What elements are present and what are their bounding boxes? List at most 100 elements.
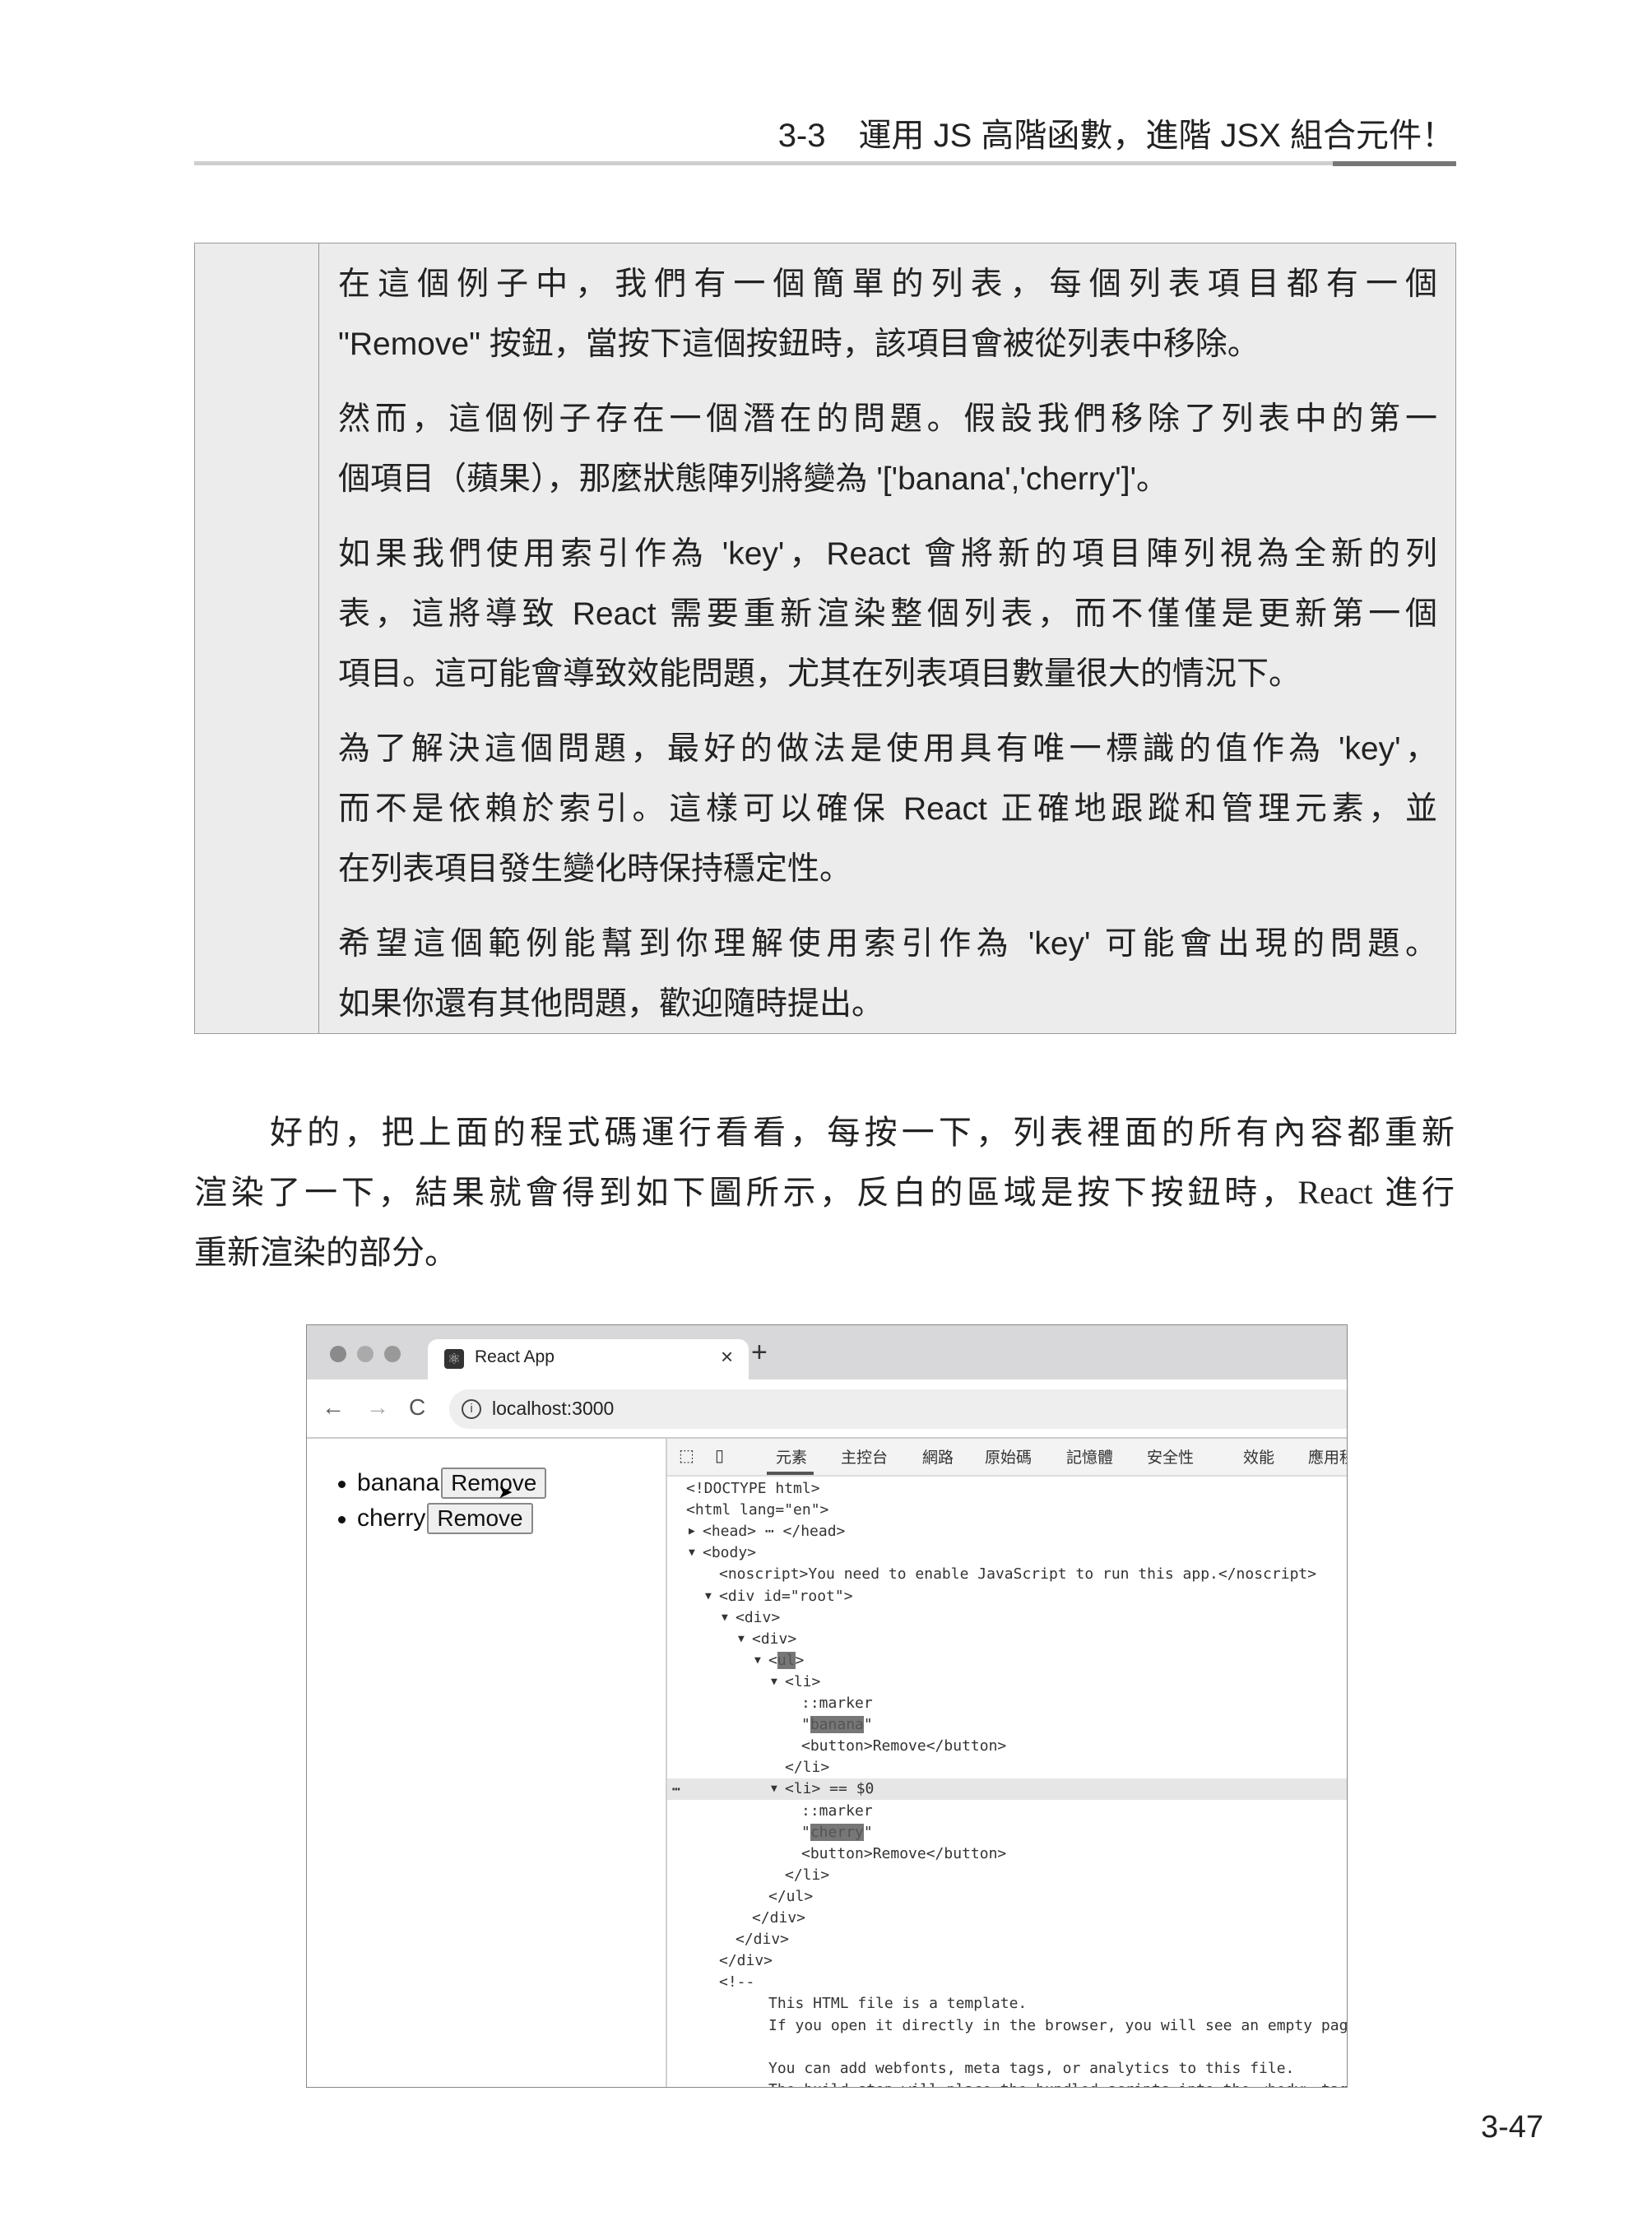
- text-line: 為了解決這個問題，最好的做法是使用具有唯一標識的值作為 'key'，: [338, 731, 1437, 767]
- list-item: banana Remove: [338, 1468, 547, 1499]
- dom-line[interactable]: <!--: [667, 1972, 1347, 1993]
- dom-line[interactable]: ⋯ ▼ <li> == $0: [667, 1778, 1347, 1801]
- browser-tab[interactable]: ⚛ React App ×: [428, 1339, 749, 1379]
- code-text: <!--: [719, 1973, 755, 1992]
- devtools-tab[interactable]: 應用程式: [1308, 1445, 1347, 1468]
- expand-triangle-icon[interactable]: ▼: [689, 1542, 695, 1564]
- dom-line[interactable]: </ul>: [667, 1886, 1347, 1908]
- dom-line-text: <div>: [752, 1629, 796, 1650]
- box-paragraph: 希望這個範例能幫到你理解使用索引作為 'key' 可能會出現的問題。 如果你還有其…: [338, 914, 1437, 1034]
- bullet-icon: [338, 1515, 346, 1523]
- dom-line[interactable]: The build step will place the bundled sc…: [667, 2080, 1347, 2087]
- address-bar[interactable]: i localhost:3000: [449, 1389, 1347, 1429]
- dom-line[interactable]: ▼ <li>: [667, 1672, 1347, 1693]
- dom-line-text: "banana": [801, 1714, 873, 1736]
- code-text: </div>: [736, 1931, 790, 1949]
- devtools-tab[interactable]: 安全性: [1147, 1445, 1194, 1468]
- devtools-tab[interactable]: 記憶體: [1066, 1445, 1113, 1468]
- dom-line[interactable]: </li>: [667, 1865, 1347, 1886]
- dom-line-text: <!DOCTYPE html>: [686, 1478, 820, 1500]
- devtools-tab[interactable]: 主控台: [841, 1445, 888, 1468]
- text-line: 表，這將導致 React 需要重新渲染整個列表，而不僅僅是更新第一個: [338, 596, 1437, 632]
- box-paragraph: 為了解決這個問題，最好的做法是使用具有唯一標識的值作為 'key'， 而不是依賴於…: [338, 719, 1437, 899]
- back-arrow-icon[interactable]: ←: [322, 1394, 345, 1421]
- tab-close-icon[interactable]: ×: [721, 1344, 733, 1370]
- devtools-tab[interactable]: 效能: [1243, 1445, 1274, 1468]
- dom-line-text: </li>: [785, 1865, 829, 1886]
- running-header: 3-3 運用 JS 高階函數，進階 JSX 組合元件！: [778, 109, 1455, 156]
- collapse-triangle-icon[interactable]: ▶: [689, 1521, 695, 1542]
- dom-line[interactable]: <button>Remove</button>: [667, 1843, 1347, 1865]
- code-text: <: [768, 1651, 777, 1669]
- info-icon[interactable]: i: [462, 1399, 481, 1419]
- dom-line[interactable]: <noscript>You need to enable JavaScript …: [667, 1564, 1347, 1585]
- dom-line[interactable]: ::marker: [667, 1693, 1347, 1714]
- code-text: ": [863, 1716, 873, 1734]
- dom-line[interactable]: ▶ <head> ⋯ </head>: [667, 1521, 1347, 1542]
- window-maximize-dot[interactable]: [384, 1346, 401, 1362]
- expand-triangle-icon[interactable]: ▼: [754, 1650, 761, 1672]
- dom-line[interactable]: ▼ <ul>: [667, 1650, 1347, 1672]
- code-text: <div>: [752, 1630, 797, 1648]
- expand-triangle-icon[interactable]: ▼: [722, 1607, 728, 1629]
- dom-line[interactable]: <button>Remove</button>: [667, 1736, 1347, 1757]
- text-line: 然而，這個例子存在一個潛在的問題。假設我們移除了列表中的第一: [338, 401, 1437, 437]
- remove-button[interactable]: Remove: [427, 1503, 533, 1534]
- devtools-tab[interactable]: 元素: [776, 1445, 807, 1468]
- box-paragraph: 如果我們使用索引作為 'key'，React 會將新的項目陣列視為全新的列 表，這…: [338, 524, 1437, 704]
- dom-line-text: "cherry": [801, 1822, 873, 1843]
- bullet-icon: [338, 1480, 346, 1488]
- dom-line[interactable]: You can add webfonts, meta tags, or anal…: [667, 2058, 1347, 2080]
- dom-line[interactable]: If you open it directly in the browser, …: [667, 2015, 1347, 2037]
- window-minimize-dot[interactable]: [357, 1346, 374, 1362]
- code-text: <li>: [785, 1672, 821, 1690]
- dom-line[interactable]: </li>: [667, 1757, 1347, 1778]
- section-number: 3-3: [777, 118, 826, 154]
- text-line: 重新渲染的部分。: [194, 1234, 457, 1271]
- dom-line[interactable]: "cherry": [667, 1822, 1347, 1843]
- expand-triangle-icon[interactable]: ▼: [705, 1586, 712, 1607]
- code-text: <div>: [736, 1608, 781, 1626]
- dom-line[interactable]: </div>: [667, 1908, 1347, 1929]
- dom-line-text: </div>: [719, 1950, 773, 1972]
- dom-line-text: </ul>: [768, 1886, 813, 1908]
- code-text: You can add webfonts, meta tags, or anal…: [768, 2059, 1295, 2077]
- dom-line-text: <button>Remove</button>: [801, 1843, 1006, 1865]
- code-text: ": [863, 1823, 873, 1841]
- box-paragraph: 在這個例子中，我們有一個簡單的列表，每個列表項目都有一個 "Remove" 按鈕，…: [338, 254, 1437, 374]
- code-text: <li> == $0: [785, 1780, 875, 1798]
- dom-line[interactable]: ▼ <div>: [667, 1629, 1347, 1650]
- dom-line[interactable]: ▼ <div>: [667, 1607, 1347, 1629]
- dom-line[interactable]: ▼ <div id="root">: [667, 1586, 1347, 1607]
- browser-screenshot: ⚛ React App × + ← → C i localhost:3000 b…: [306, 1324, 1348, 2088]
- window-close-dot[interactable]: [330, 1346, 346, 1362]
- dom-line[interactable]: <!DOCTYPE html>: [667, 1478, 1347, 1500]
- new-tab-icon[interactable]: +: [751, 1338, 768, 1366]
- dom-line[interactable]: ▼ <body>: [667, 1542, 1347, 1564]
- dom-line[interactable]: </div>: [667, 1929, 1347, 1950]
- devtools-tab[interactable]: 網路: [922, 1445, 954, 1468]
- dom-line[interactable]: This HTML file is a template.: [667, 1993, 1347, 2015]
- dom-line[interactable]: [667, 2037, 1347, 2058]
- more-options-icon[interactable]: ⋯: [672, 1778, 680, 1800]
- dom-line[interactable]: </div>: [667, 1950, 1347, 1972]
- dom-line[interactable]: ::marker: [667, 1801, 1347, 1822]
- expand-triangle-icon[interactable]: ▼: [738, 1629, 745, 1650]
- dom-line-text: <noscript>You need to enable JavaScript …: [719, 1564, 1316, 1585]
- remove-button[interactable]: Remove: [441, 1468, 547, 1499]
- item-label: cherry: [357, 1505, 426, 1532]
- inspect-element-icon[interactable]: ⬚: [679, 1445, 694, 1466]
- expand-triangle-icon[interactable]: ▼: [771, 1672, 777, 1693]
- expand-triangle-icon[interactable]: ▼: [771, 1778, 777, 1800]
- forward-arrow-icon[interactable]: →: [366, 1394, 389, 1421]
- quote-box-text: 在這個例子中，我們有一個簡單的列表，每個列表項目都有一個 "Remove" 按鈕，…: [338, 254, 1437, 1049]
- text-line: 希望這個範例能幫到你理解使用索引作為 'key' 可能會出現的問題。: [338, 926, 1437, 962]
- header-rule-accent: [1333, 161, 1456, 166]
- code-text: <div id="root">: [719, 1587, 853, 1605]
- code-text: </div>: [719, 1952, 773, 1970]
- reload-icon[interactable]: C: [409, 1394, 425, 1421]
- devtools-tab[interactable]: 原始碼: [985, 1445, 1032, 1468]
- dom-line[interactable]: <html lang="en">: [667, 1500, 1347, 1521]
- device-toolbar-icon[interactable]: ▯: [715, 1445, 724, 1466]
- dom-line[interactable]: "banana": [667, 1714, 1347, 1736]
